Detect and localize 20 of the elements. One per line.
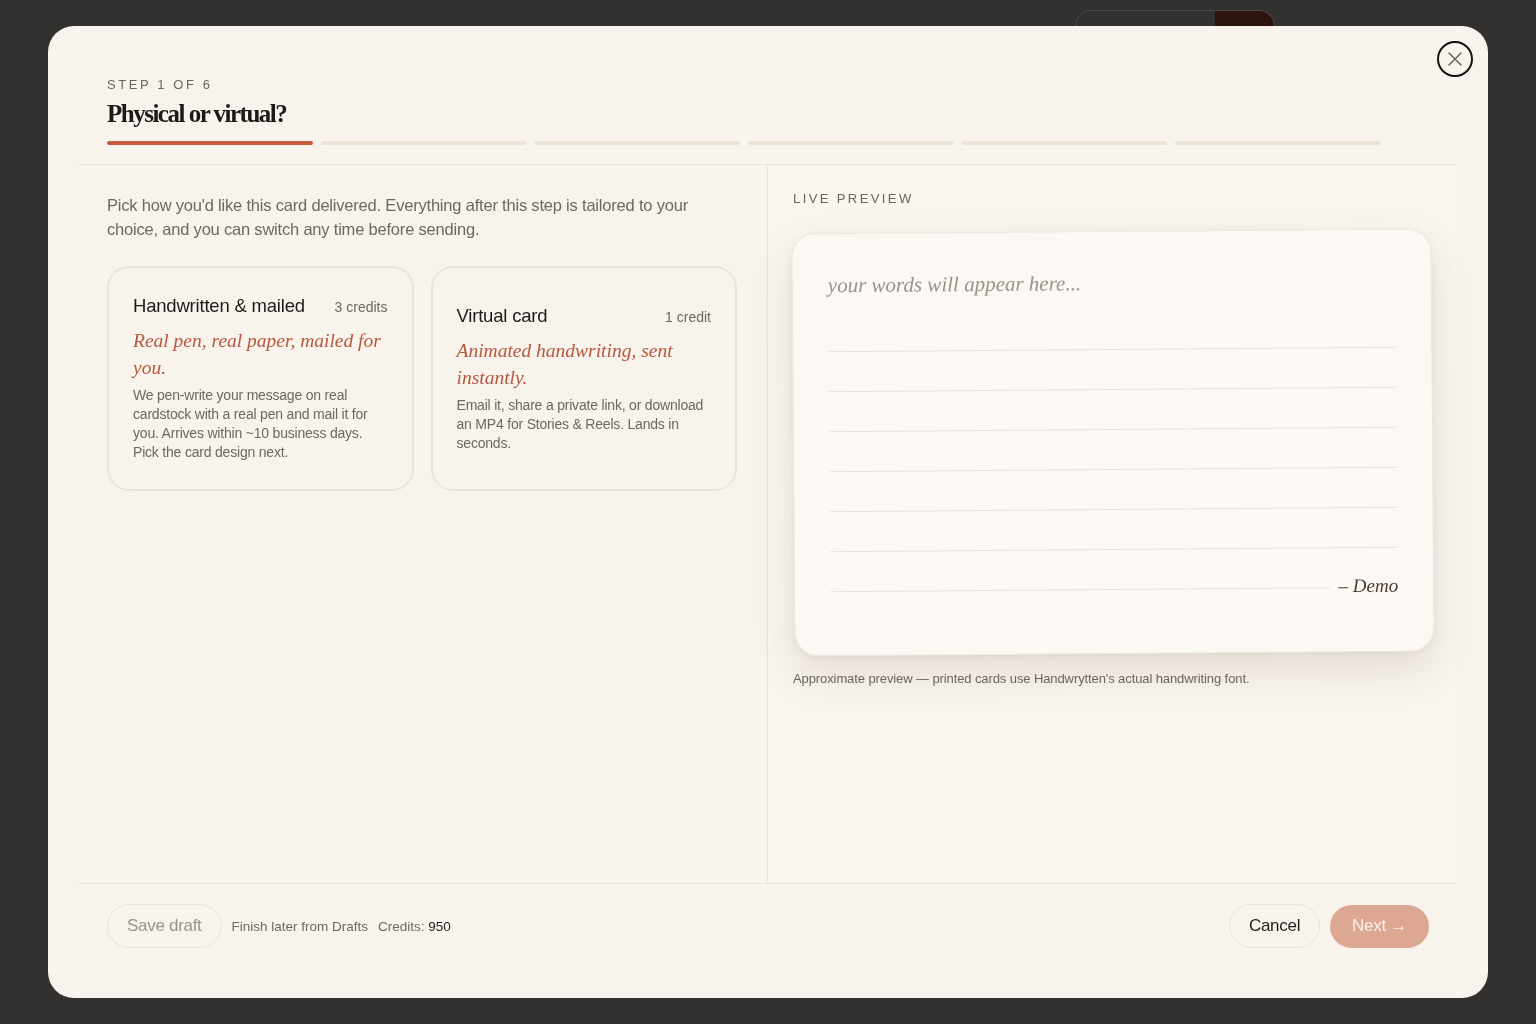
option-tagline: Real pen, real paper, mailed for you. bbox=[133, 329, 382, 380]
close-icon bbox=[1448, 52, 1462, 66]
preview-heading: LIVE PREVIEW bbox=[793, 191, 915, 207]
signature-text: – Demo bbox=[1338, 574, 1399, 598]
step-label: STEP 1 OF 6 bbox=[107, 77, 214, 93]
finish-later-hint: Finish later from Drafts bbox=[231, 918, 369, 934]
option-title: Virtual card bbox=[456, 304, 548, 327]
option-price: 3 credits bbox=[334, 299, 388, 315]
option-title: Handwritten & mailed bbox=[133, 295, 305, 317]
dialog-title: Physical or virtual? bbox=[107, 99, 288, 129]
option-tagline: Animated handwriting, sent instantly. bbox=[456, 338, 674, 390]
intro-text: Pick how you'd like this card delivered. Everything after this step is tailored to your choice, and you can switch any time before sending. bbox=[107, 195, 689, 240]
option-description: We pen-write your message on real cardstock with a real pen and mail it for you. Arrives within ~10 business days. Pick the card design next. bbox=[133, 386, 369, 462]
preview-caption: Approximate preview — printed cards use Handwrytten's actual handwriting font. bbox=[793, 670, 1251, 688]
option-price: 1 credit bbox=[665, 308, 711, 325]
option-card[interactable]: Virtual card 1 credit Animated handwriting, sent instantly. Email it, share a private link, or download an MP4 for Stories & Reels. Lands in seconds. bbox=[430, 266, 737, 491]
credits-text: Credits: 950 bbox=[378, 918, 451, 934]
preview-message-text: your words will appear here... bbox=[827, 270, 1082, 300]
close-button[interactable] bbox=[1437, 41, 1473, 77]
option-description: Email it, share a private link, or download an MP4 for Stories & Reels. Lands in seconds. bbox=[456, 395, 705, 453]
